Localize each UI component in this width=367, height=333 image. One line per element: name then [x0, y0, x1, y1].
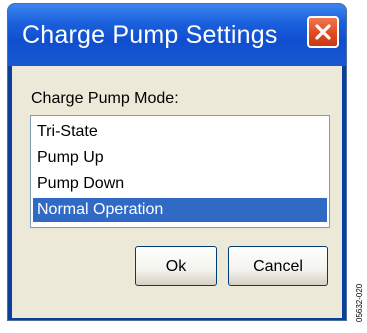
title-bar[interactable]: Charge Pump Settings	[8, 4, 346, 66]
list-item-pump-down[interactable]: Pump Down	[33, 172, 327, 196]
ok-button[interactable]: Ok	[135, 246, 217, 286]
dialog-window: Charge Pump Settings Charge Pump Mode: T…	[7, 3, 347, 321]
list-item-normal-operation[interactable]: Normal Operation	[33, 198, 327, 222]
cancel-button[interactable]: Cancel	[228, 246, 328, 286]
charge-pump-mode-listbox[interactable]: Tri-State Pump Up Pump Down Normal Opera…	[30, 115, 330, 228]
charge-pump-mode-label: Charge Pump Mode:	[31, 90, 179, 107]
dialog-body: Charge Pump Mode: Tri-State Pump Up Pump…	[12, 66, 342, 318]
list-item-pump-up[interactable]: Pump Up	[33, 146, 327, 170]
close-icon	[315, 24, 331, 40]
figure-code: 05632-020	[355, 283, 364, 322]
close-button[interactable]	[307, 16, 339, 48]
list-item-tri-state[interactable]: Tri-State	[33, 120, 327, 144]
dialog-title: Charge Pump Settings	[22, 21, 278, 49]
